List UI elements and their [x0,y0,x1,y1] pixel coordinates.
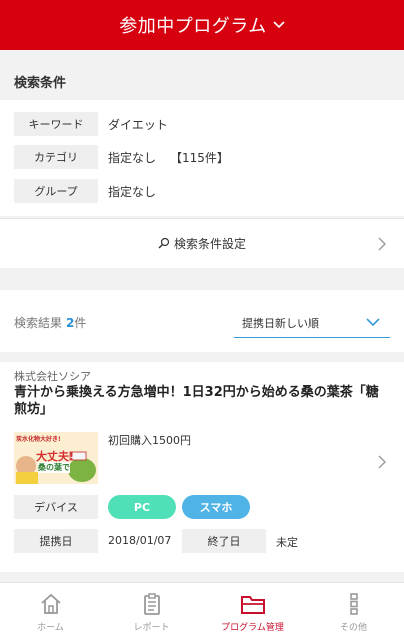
tab-label: プログラム管理 [221,622,284,633]
thumbnail-text-bottom: 桑の葉で [38,462,70,473]
results-label: 検索結果 [14,316,63,330]
condition-value: ダイエット [108,117,168,132]
chevron-right-icon[interactable] [378,454,386,473]
tab-report[interactable]: レポート [101,583,202,640]
condition-label: キーワード [14,112,98,136]
bottom-tab-bar: ホーム レポート プログラム管理 その他 [0,582,404,640]
home-icon [39,591,63,617]
condition-label: グループ [14,179,98,203]
folder-icon [240,591,266,617]
search-icon [158,234,170,253]
condition-value: 指定なし [108,150,157,165]
tab-label: ホーム [37,622,64,633]
chevron-down-icon[interactable] [273,14,285,33]
end-date-value: 未定 [276,536,298,549]
program-reward: 初回購入1500円 [108,434,191,447]
tab-home[interactable]: ホーム [0,583,101,640]
program-title[interactable]: 青汁から乗換える方急増中！1日32円から始める桑の葉茶「糖煎坊」 [14,384,386,418]
start-date-value: 2018/01/07 [108,534,172,547]
end-date-label: 終了日 [182,529,266,553]
condition-row-keyword: キーワード ダイエット [14,112,168,136]
program-card[interactable]: 株式会社ソシア 青汁から乗換える方急増中！1日32円から始める桑の葉茶「糖煎坊」… [0,362,404,572]
page-title[interactable]: 参加中プログラム [119,12,266,38]
tab-program-management[interactable]: プログラム管理 [202,583,303,640]
search-settings-button[interactable]: 検索条件設定 [0,218,404,268]
search-conditions-panel: キーワード ダイエット カテゴリ 指定なし 【115件】 グループ 指定なし [0,100,404,216]
condition-label: カテゴリ [14,145,98,169]
condition-value: 指定なし [108,184,157,199]
results-unit: 件 [74,316,87,330]
tab-label: レポート [133,622,170,633]
clipboard-icon [140,591,164,617]
condition-row-group: グループ 指定なし [14,179,156,203]
start-date-label: 提携日 [14,529,98,553]
sort-selected-value: 提携日新しい順 [242,316,319,330]
sort-select[interactable]: 提携日新しい順 [234,308,390,338]
results-summary: 検索結果 2件 [14,314,86,331]
thumbnail-text-top: 炭水化物大好き! [16,436,61,443]
chevron-right-icon [378,236,386,255]
search-settings-label: 検索条件設定 [173,237,246,251]
tab-other[interactable]: その他 [303,583,404,640]
device-badge-smartphone: スマホ [182,495,250,519]
device-label: デバイス [14,495,98,519]
company-name: 株式会社ソシア [14,370,91,383]
program-thumbnail: 炭水化物大好き! 大丈夫! 桑の葉で [14,432,98,484]
search-conditions-heading: 検索条件 [0,58,404,100]
condition-count: 【115件】 [170,150,229,165]
condition-row-category: カテゴリ 指定なし 【115件】 [14,145,229,169]
tab-label: その他 [339,622,367,633]
header-bar: 参加中プログラム [0,0,404,50]
chevron-down-icon [366,317,380,330]
more-icon [342,591,366,617]
device-badge-pc: PC [108,495,176,519]
results-bar: 検索結果 2件 提携日新しい順 [0,290,404,352]
